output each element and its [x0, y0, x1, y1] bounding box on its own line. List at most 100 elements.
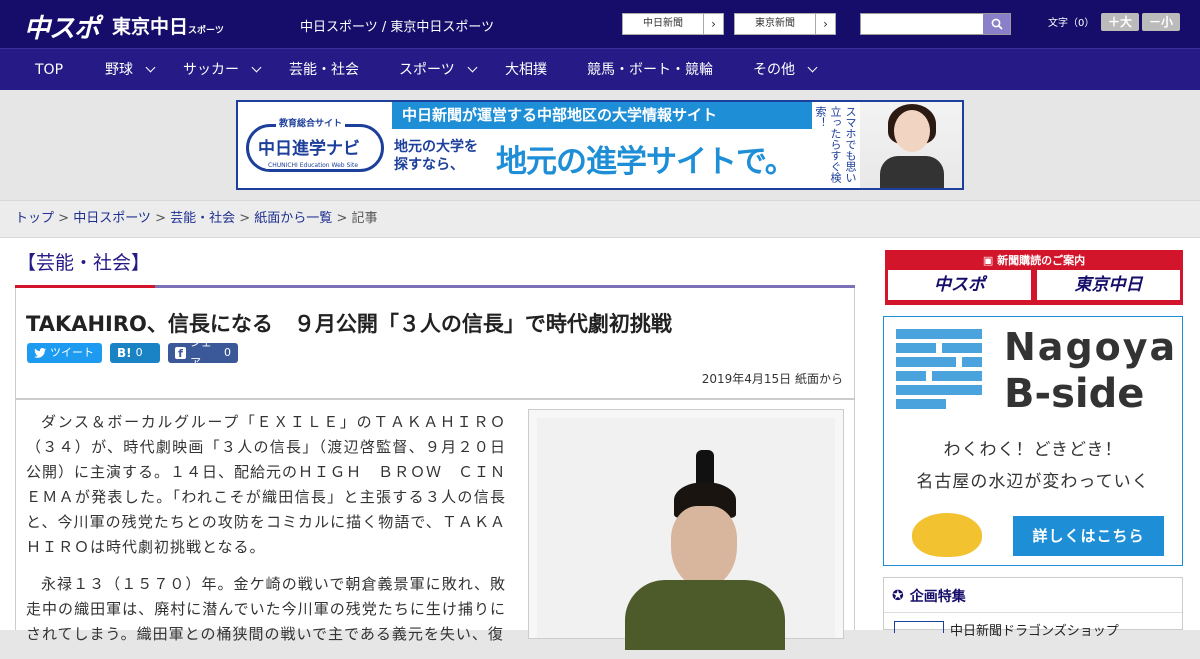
chevron-down-icon [145, 62, 156, 73]
brick-row [932, 371, 982, 381]
paper-link-label: 東京新聞 [755, 18, 795, 29]
search-input[interactable] [861, 14, 983, 34]
hatena-icon: B! [117, 346, 132, 360]
chuspo-logo[interactable]: 中スポ [24, 8, 100, 45]
shingaku-navi-banner[interactable]: 教育総合サイト 中日進学ナビ CHUNICHI Education Web Si… [236, 100, 964, 190]
article-photo[interactable] [528, 409, 844, 650]
facebook-share-button[interactable]: f シェア 0 [168, 336, 238, 369]
brick-row [896, 357, 956, 367]
nav-label: 競馬・ボート・競輪 [587, 62, 713, 78]
nav-item-entertainment[interactable]: 芸能・社会 [289, 49, 359, 91]
breadcrumb-sep: > [332, 211, 352, 226]
subscription-banner[interactable]: ▣ 新聞購読のご案内 中スポ 東京中日 [885, 250, 1183, 305]
brick-row [896, 329, 982, 339]
nav-label: TOP [35, 62, 64, 78]
banner-headline: 中日新聞が運営する中部地区の大学情報サイト [392, 102, 812, 129]
nav-item-top[interactable]: TOP [35, 49, 63, 91]
top-header: 中スポ 東京中日スポーツ 中日スポーツ / 東京中日スポーツ 中日新聞 › 東京… [0, 0, 1200, 48]
site-name: 中日スポーツ / 東京中日スポーツ [300, 20, 495, 35]
article-date: 2019年4月15日 紙面から [701, 372, 843, 386]
ad-details-button[interactable]: 詳しくはこちら [1013, 516, 1164, 556]
facebook-icon: f [175, 347, 186, 360]
breadcrumb-chuspo[interactable]: 中日スポーツ [73, 211, 151, 226]
article-paragraph: ダンス＆ボーカルグループ「ＥＸＩＬＥ」のＴＡＫＡＨＩＲＯ（３４）が、時代劇映画「… [26, 413, 507, 556]
nav-item-soccer[interactable]: サッカー [183, 49, 262, 91]
brick-row [896, 399, 946, 409]
breadcrumb-entertainment[interactable]: 芸能・社会 [170, 211, 235, 226]
breadcrumb: トップ > 中日スポーツ > 芸能・社会 > 紙面から一覧 > 記事 [0, 200, 1200, 238]
main-nav: TOP 野球 サッカー 芸能・社会 スポーツ 大相撲 競馬・ボート・競輪 その他 [0, 48, 1200, 90]
search-button[interactable] [983, 14, 1010, 34]
chevron-right-icon: › [703, 14, 723, 34]
twitter-icon [34, 348, 46, 358]
category-heading: 【芸能・社会】 [17, 252, 151, 274]
chunichi-shimbun-link[interactable]: 中日新聞 › [622, 13, 724, 35]
feature-thumbnail[interactable] [894, 621, 944, 633]
newspaper-icon: ▣ [982, 254, 998, 267]
chevron-down-icon [807, 62, 818, 73]
tokyo-logo-small: スポーツ [188, 26, 224, 36]
banner-sub: 地元の大学を 探すなら、 [394, 138, 478, 174]
nav-label: スポーツ [399, 62, 455, 78]
shrimp-mascot-icon [912, 513, 982, 557]
subscription-label: ▣ 新聞購読のご案内 [885, 252, 1183, 268]
font-bigger-button[interactable]: ＋大 [1101, 13, 1139, 31]
paper-link-label: 中日新聞 [643, 18, 683, 29]
banner-logo-name: 中日進学ナビ [258, 139, 360, 159]
feature-divider [884, 612, 1182, 613]
breadcrumb-sep: > [150, 211, 171, 226]
tokyo-shimbun-link[interactable]: 東京新聞 › [734, 13, 836, 35]
subscription-label-text: 新聞購読のご案内 [997, 254, 1086, 267]
banner-logo-en: CHUNICHI Education Web Site [266, 162, 361, 169]
banner-logo: 教育総合サイト 中日進学ナビ CHUNICHI Education Web Si… [238, 102, 390, 188]
subscribe-chuspo-button[interactable]: 中スポ [888, 270, 1031, 300]
search-box [860, 13, 1011, 35]
chevron-down-icon [251, 62, 262, 73]
brick-row [942, 343, 982, 353]
banner-vertical-copy: スマホでも思い立ったらすぐ検索！ [814, 106, 857, 183]
ad-title-line1: Nagoya [1004, 325, 1178, 369]
nav-item-other[interactable]: その他 [753, 49, 818, 91]
nav-item-baseball[interactable]: 野球 [105, 49, 156, 91]
chevron-right-icon: › [815, 14, 835, 34]
ad-copy-line1: わくわく！どきどき！ [943, 440, 1123, 460]
breadcrumb-sep: > [54, 211, 74, 226]
font-smaller-button[interactable]: －小 [1142, 13, 1180, 31]
article-text: ダンス＆ボーカルグループ「ＥＸＩＬＥ」のＴＡＫＡＨＩＲＯ（３４）が、時代劇映画「… [26, 410, 506, 659]
banner-sub-line1: 地元の大学を [394, 139, 478, 155]
brick-row [962, 357, 982, 367]
breadcrumb-top[interactable]: トップ [15, 211, 54, 226]
banner-big-copy: 地元の進学サイトで。 [496, 144, 796, 180]
tweet-button[interactable]: ツイート [27, 343, 102, 363]
article-header: TAKAHIRO、信長になる ９月公開「３人の信長」で時代劇初挑戦 ツイート B… [15, 288, 855, 399]
nav-item-sumo[interactable]: 大相撲 [505, 49, 547, 91]
tokyo-logo-text: 東京中日 [112, 16, 189, 38]
nav-label: サッカー [183, 62, 239, 78]
banner-model-photo [860, 102, 962, 188]
facebook-share-label: シェア [189, 336, 212, 369]
brick-row [896, 371, 926, 381]
breadcrumb-paper-list[interactable]: 紙面から一覧 [254, 211, 332, 226]
photo-body [880, 156, 944, 188]
photo-face [894, 110, 930, 152]
feature-heading: ✪ 企画特集 [892, 586, 966, 606]
chevron-down-icon [467, 62, 478, 73]
article-paragraph: 永禄１３（１５７０）年。金ケ崎の戦いで朝倉義景軍に敗れ、敗走中の織田軍は、廃村に… [26, 575, 506, 643]
nav-label: その他 [753, 62, 795, 78]
feature-section: ✪ 企画特集 中日新聞ドラゴンズショップ [883, 577, 1183, 639]
font-size-label: 文字（0） [1048, 18, 1095, 29]
hatena-button[interactable]: B! 0 [110, 343, 160, 363]
banner-logo-tag: 教育総合サイト [276, 116, 346, 129]
feature-heading-text: 企画特集 [909, 589, 966, 605]
facebook-share-count: 0 [224, 346, 231, 359]
nav-item-racing[interactable]: 競馬・ボート・競輪 [587, 49, 713, 91]
ad-title-line2: B-side [1004, 371, 1145, 417]
tokyo-chunichi-logo[interactable]: 東京中日スポーツ [112, 12, 224, 39]
subscribe-tokyo-button[interactable]: 東京中日 [1037, 270, 1180, 300]
share-buttons: ツイート B! 0 f シェア 0 [27, 336, 238, 369]
nagoya-bside-ad[interactable]: Nagoya B-side わくわく！どきどき！ 名古屋の水辺が変わっていく 詳… [883, 316, 1183, 566]
banner-sub-line2: 探すなら、 [394, 157, 464, 173]
tweet-label: ツイート [50, 346, 94, 359]
hatena-count: 0 [135, 346, 143, 359]
nav-item-sports[interactable]: スポーツ [399, 49, 478, 91]
